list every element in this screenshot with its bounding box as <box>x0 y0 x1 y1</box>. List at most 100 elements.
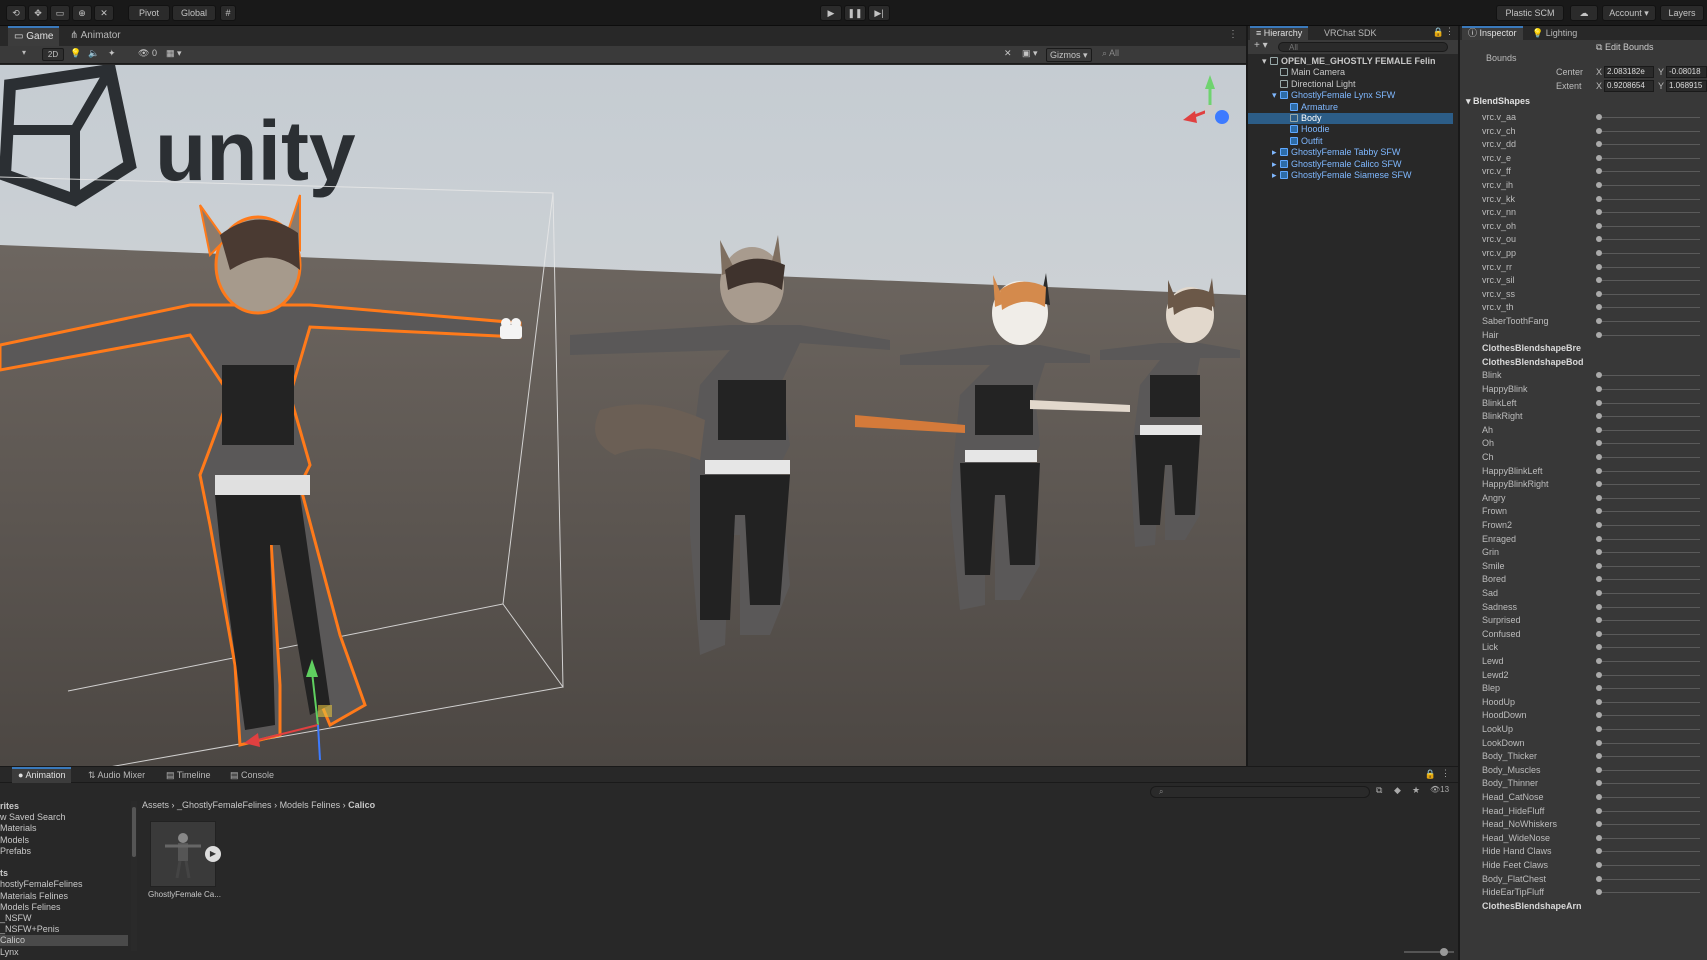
blendshape-slider-track[interactable] <box>1602 565 1700 567</box>
extent-x-field[interactable]: 0.9208654 <box>1604 80 1654 92</box>
edit-bounds-button[interactable]: ⧉ Edit Bounds <box>1596 40 1704 54</box>
filter-type-icon[interactable]: ⧉ <box>1376 785 1382 796</box>
blendshape-slider-track[interactable] <box>1602 688 1700 690</box>
foldout-arrow-icon[interactable]: ▸ <box>1272 159 1280 170</box>
plastic-scm-button[interactable]: Plastic SCM <box>1496 5 1564 21</box>
blendshape-slider-track[interactable] <box>1602 497 1700 499</box>
breadcrumb-item[interactable]: _GhostlyFemaleFelines <box>177 800 272 810</box>
tab-lighting[interactable]: 💡 Lighting <box>1526 26 1583 40</box>
hierarchy-item[interactable]: Directional Light <box>1248 79 1453 90</box>
breadcrumb-item[interactable]: Models Felines <box>280 800 341 810</box>
blendshape-slider-track[interactable] <box>1602 239 1700 241</box>
step-button[interactable]: ▶| <box>868 5 890 21</box>
hierarchy-item[interactable]: Body <box>1248 113 1453 124</box>
tab-hierarchy[interactable]: ≡ Hierarchy <box>1250 26 1309 40</box>
sidebar-folder-item[interactable]: Prefabs <box>0 846 128 857</box>
blendshape-slider-track[interactable] <box>1602 253 1700 254</box>
tab-vrchat-sdk[interactable]: VRChat SDK <box>1318 26 1383 40</box>
blendshape-slider-track[interactable] <box>1602 715 1700 717</box>
hierarchy-search-input[interactable] <box>1278 42 1448 52</box>
move-tool-icon[interactable]: ✥ <box>28 5 48 21</box>
hidden-packages-toggle[interactable]: 👁13 <box>1430 785 1449 794</box>
sidebar-scrollbar[interactable] <box>131 801 137 951</box>
blendshape-slider-track[interactable] <box>1602 375 1700 377</box>
blendshape-slider-track[interactable] <box>1602 307 1700 309</box>
blendshape-slider-track[interactable] <box>1602 402 1700 404</box>
project-lock-icon[interactable]: 🔒 <box>1425 769 1436 780</box>
hierarchy-menu-icon[interactable]: ⋮ <box>1445 26 1454 37</box>
blendshape-slider-track[interactable] <box>1602 606 1700 608</box>
blendshape-slider-track[interactable] <box>1602 878 1700 880</box>
blendshape-slider-track[interactable] <box>1602 443 1700 445</box>
blendshape-slider-track[interactable] <box>1602 892 1700 894</box>
custom-tool-icon[interactable]: ✕ <box>94 5 114 21</box>
blendshape-slider-track[interactable] <box>1602 470 1700 472</box>
transform-tool-icon[interactable]: ⊕ <box>72 5 92 21</box>
foldout-arrow-icon[interactable]: ▾ <box>1262 56 1270 67</box>
foldout-arrow-icon[interactable]: ▾ <box>1272 90 1280 101</box>
center-x-field[interactable]: 2.083182e <box>1604 66 1654 78</box>
hierarchy-add-icon[interactable]: + ▾ <box>1254 40 1268 51</box>
blendshape-slider-track[interactable] <box>1602 198 1700 200</box>
blendshape-slider-track[interactable] <box>1602 117 1700 118</box>
audio-toggle-icon[interactable]: 🔈 <box>88 48 99 59</box>
blendshape-slider-track[interactable] <box>1602 416 1700 418</box>
blendshape-slider-track[interactable] <box>1602 701 1700 703</box>
sidebar-section-header[interactable]: ts <box>0 868 128 879</box>
sidebar-folder-item[interactable]: w Saved Search <box>0 812 128 823</box>
rect-tool-icon[interactable]: ▭ <box>50 5 70 21</box>
blendshape-slider-track[interactable] <box>1602 293 1700 295</box>
hierarchy-item[interactable]: ▾ GhostlyFemale Lynx SFW <box>1248 90 1453 101</box>
sidebar-folder-item[interactable]: Models Felines <box>0 902 128 913</box>
blendshape-slider-track[interactable] <box>1602 484 1700 486</box>
blendshape-slider-track[interactable] <box>1602 171 1700 173</box>
blendshape-slider-track[interactable] <box>1602 157 1700 159</box>
hierarchy-item[interactable]: Hoodie <box>1248 124 1453 135</box>
icon-size-slider[interactable] <box>1404 948 1454 956</box>
account-dropdown[interactable]: Account ▾ <box>1602 5 1656 21</box>
blendshape-slider-track[interactable] <box>1602 769 1700 771</box>
grid-toggle-icon[interactable]: ▦ ▾ <box>166 48 182 59</box>
sidebar-folder-item[interactable]: _NSFW+Penis <box>0 924 128 935</box>
blendshape-slider-track[interactable] <box>1602 851 1700 853</box>
favorite-icon[interactable]: ★ <box>1412 785 1420 796</box>
blendshape-slider-track[interactable] <box>1602 593 1700 594</box>
blendshape-slider-track[interactable] <box>1602 824 1700 826</box>
blendshape-slider-track[interactable] <box>1602 525 1700 526</box>
pause-button[interactable]: ❚❚ <box>844 5 866 21</box>
global-button[interactable]: Global <box>172 5 216 21</box>
hierarchy-item[interactable]: Main Camera <box>1248 67 1453 78</box>
hierarchy-item[interactable]: ▸ GhostlyFemale Calico SFW <box>1248 159 1453 170</box>
layers-dropdown[interactable]: Layers <box>1660 5 1704 21</box>
center-y-field[interactable]: -0.08018 <box>1666 66 1707 78</box>
tab-timeline[interactable]: ▤ Timeline <box>160 767 217 783</box>
sidebar-folder-item[interactable]: Calico <box>0 935 128 947</box>
blendshape-slider-track[interactable] <box>1602 783 1700 785</box>
scene-search-icon[interactable]: ⌕ All <box>1102 48 1119 59</box>
sidebar-folder-item[interactable]: Lynx <box>0 947 128 958</box>
hierarchy-item[interactable]: ▸ GhostlyFemale Tabby SFW <box>1248 147 1453 158</box>
blendshapes-foldout[interactable]: ▾ BlendShapes <box>1466 96 1530 107</box>
tab-inspector[interactable]: ⓘ Inspector <box>1462 26 1523 40</box>
project-search-input[interactable]: ⌕ <box>1150 786 1370 798</box>
mode-2d-button[interactable]: 2D <box>42 48 64 61</box>
foldout-arrow-icon[interactable]: ▸ <box>1272 147 1280 158</box>
asset-thumbnail[interactable]: ▶ <box>150 821 221 887</box>
sidebar-folder-item[interactable]: Materials Felines <box>0 891 128 902</box>
scene-viewport[interactable]: unity <box>0 65 1246 766</box>
blendshape-slider-track[interactable] <box>1602 756 1700 758</box>
blendshape-slider-track[interactable] <box>1602 511 1700 513</box>
blendshape-slider-track[interactable] <box>1602 321 1700 322</box>
tab-animation[interactable]: ● Animation <box>12 767 72 783</box>
blendshape-slider-track[interactable] <box>1602 429 1700 431</box>
hierarchy-lock-icon[interactable]: 🔒 <box>1433 27 1444 38</box>
blendshape-slider-track[interactable] <box>1602 538 1700 540</box>
extent-y-field[interactable]: 1.068915 <box>1666 80 1707 92</box>
sidebar-folder-item[interactable]: hostlyFemaleFelines <box>0 879 128 890</box>
blendshape-slider-track[interactable] <box>1602 620 1700 622</box>
pivot-button[interactable]: Pivot <box>128 5 170 21</box>
hierarchy-item[interactable]: ▸ GhostlyFemale Siamese SFW <box>1248 170 1453 181</box>
blendshape-slider-track[interactable] <box>1602 185 1700 186</box>
hidden-objects-toggle[interactable]: 👁 0 <box>138 48 157 59</box>
tab-console[interactable]: ▤ Console <box>224 767 280 783</box>
